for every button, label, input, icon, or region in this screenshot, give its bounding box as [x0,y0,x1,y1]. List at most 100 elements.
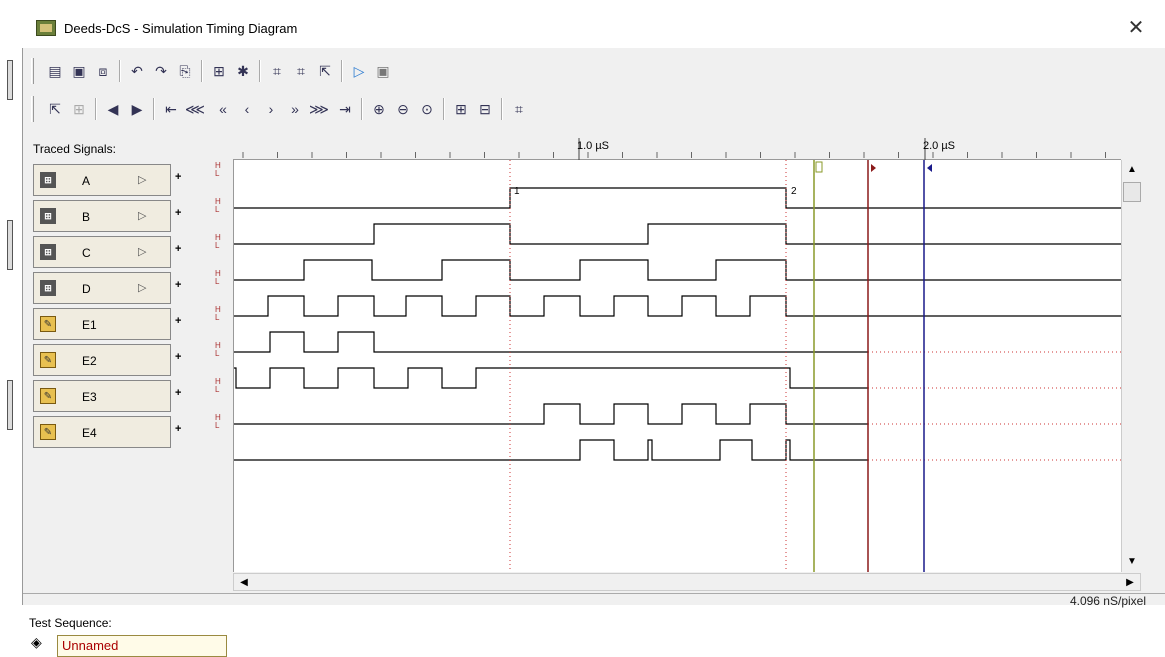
expand-icon[interactable]: + [175,423,181,435]
input-arrow-icon[interactable]: ▷ [138,209,146,222]
expand-icon[interactable]: + [175,171,181,183]
vertical-scrollbar[interactable]: ▲ ▼ [1121,160,1141,572]
signal-row[interactable]: ✎ E1 + H L [33,306,233,340]
forward-icon[interactable]: › [261,99,281,119]
cursor-red-flag [871,164,876,172]
chip-add-icon[interactable]: ⌗ [291,61,311,81]
zoom-in-icon[interactable]: ⊕ [369,99,389,119]
output-signal-icon: ✎ [40,352,56,368]
grid-icon[interactable]: ⊞ [69,99,89,119]
arrow-left-icon[interactable]: ◀ [103,99,123,119]
signal-row[interactable]: ⊞ A ▷ + H L [33,162,233,196]
hl-indicator: HL [215,414,221,430]
expand-icon[interactable]: + [175,207,181,219]
stop-icon[interactable]: ▣ [373,61,393,81]
measure2-icon[interactable]: ⊟ [475,99,495,119]
signal-row[interactable]: ⊞ D ▷ + H L [33,270,233,304]
signal-name: E4 [82,426,97,440]
signal-row[interactable]: ✎ E4 + H L [33,414,233,448]
low-label: L [215,313,220,322]
waveform-E2 [234,367,868,389]
arrow-right-icon[interactable]: ▶ [127,99,147,119]
signal-box[interactable]: ✎ E1 [33,308,171,340]
waveform-E4 [234,439,868,461]
expand-icon[interactable]: + [175,351,181,363]
expand-icon[interactable]: + [175,279,181,291]
expand-icon[interactable]: + [175,243,181,255]
redo-icon[interactable]: ↷ [151,61,171,81]
scroll-up-icon[interactable]: ▲ [1124,162,1140,178]
ruler-ticks [242,138,1106,160]
select-icon[interactable]: ⇱ [45,99,65,119]
play-icon[interactable]: ▷ [349,61,369,81]
separator [361,98,363,120]
go-start-icon[interactable]: ⇤ [161,99,181,119]
app-window: Deeds-DcS - Simulation Timing Diagram ✕ … [0,0,1165,657]
signal-name: A [82,174,91,188]
chip-icon[interactable]: ⌗ [267,61,287,81]
input-signal-icon: ⊞ [40,280,56,296]
input-arrow-icon[interactable]: ▷ [138,281,146,294]
fast-back2-icon[interactable]: « [213,99,233,119]
expand-icon[interactable]: + [175,315,181,327]
signal-name: C [82,246,91,260]
waveforms: 12 [234,160,1121,572]
left-edge [0,0,22,605]
scroll-down-icon[interactable]: ▼ [1124,554,1140,570]
signal-box[interactable]: ⊞ D ▷ [33,272,171,304]
signal-row[interactable]: ⊞ C ▷ + H L [33,234,233,268]
measure-icon[interactable]: ⊞ [451,99,471,119]
expand-icon[interactable]: + [175,387,181,399]
scroll-right-icon[interactable]: ▶ [1122,575,1138,591]
signal-box[interactable]: ✎ E3 [33,380,171,412]
signal-row[interactable]: ✎ E2 + H L [33,342,233,376]
input-arrow-icon[interactable]: ▷ [138,245,146,258]
fast-back3-icon[interactable]: ⋘ [185,99,205,119]
signal-box[interactable]: ✎ E4 [33,416,171,448]
scroll-left-icon[interactable]: ◀ [236,575,252,591]
test-sequence-field[interactable]: Unnamed [57,635,227,657]
settings-icon[interactable]: ✱ [233,61,253,81]
timing-plot[interactable]: 12 [233,160,1121,572]
close-icon[interactable]: ✕ [1121,13,1151,43]
save-icon[interactable]: ▣ [69,61,89,81]
hl-indicator: HL [215,234,221,250]
input-arrow-icon[interactable]: ▷ [138,173,146,186]
test-sequence-label: Test Sequence: [29,616,112,630]
low-label: L [215,385,220,394]
separator [501,98,503,120]
low-label: L [215,349,220,358]
toolbar-grip[interactable] [31,96,34,122]
edge-bar [7,380,13,430]
input-signal-icon: ⊞ [40,172,56,188]
copy-icon[interactable]: ⎘ [175,61,195,81]
signal-row[interactable]: ✎ E3 + H L [33,378,233,412]
undo-icon[interactable]: ↶ [127,61,147,81]
go-end-icon[interactable]: ⇥ [335,99,355,119]
print-icon[interactable]: ▤ [45,61,65,81]
separator [153,98,155,120]
export-icon[interactable]: ⧈ [93,61,113,81]
signal-box[interactable]: ⊞ A ▷ [33,164,171,196]
signal-box[interactable]: ⊞ C ▷ [33,236,171,268]
back-icon[interactable]: ‹ [237,99,257,119]
waveform-A [234,187,1121,209]
zoom-out-icon[interactable]: ⊖ [393,99,413,119]
horizontal-scrollbar[interactable]: ◀ ▶ [233,573,1141,591]
fast-forward3-icon[interactable]: ⋙ [309,99,329,119]
time-ruler: 1.0 µS 2.0 µS [233,138,1121,160]
waveform-B [234,223,1121,245]
toolbar-grip[interactable] [31,58,34,84]
fast-forward2-icon[interactable]: » [285,99,305,119]
signal-box[interactable]: ✎ E2 [33,344,171,376]
resolution-status: 4.096 nS/pixel [1069,594,1146,608]
chip-view-icon[interactable]: ⌗ [509,99,529,119]
separator [119,60,121,82]
zoom-signal-icon[interactable]: ⊞ [209,61,229,81]
scroll-thumb[interactable] [1123,182,1141,202]
signal-row[interactable]: ⊞ B ▷ + H L [33,198,233,232]
zoom-fit-icon[interactable]: ⊙ [417,99,437,119]
signal-box[interactable]: ⊞ B ▷ [33,200,171,232]
separator [95,98,97,120]
pointer-icon[interactable]: ⇱ [315,61,335,81]
